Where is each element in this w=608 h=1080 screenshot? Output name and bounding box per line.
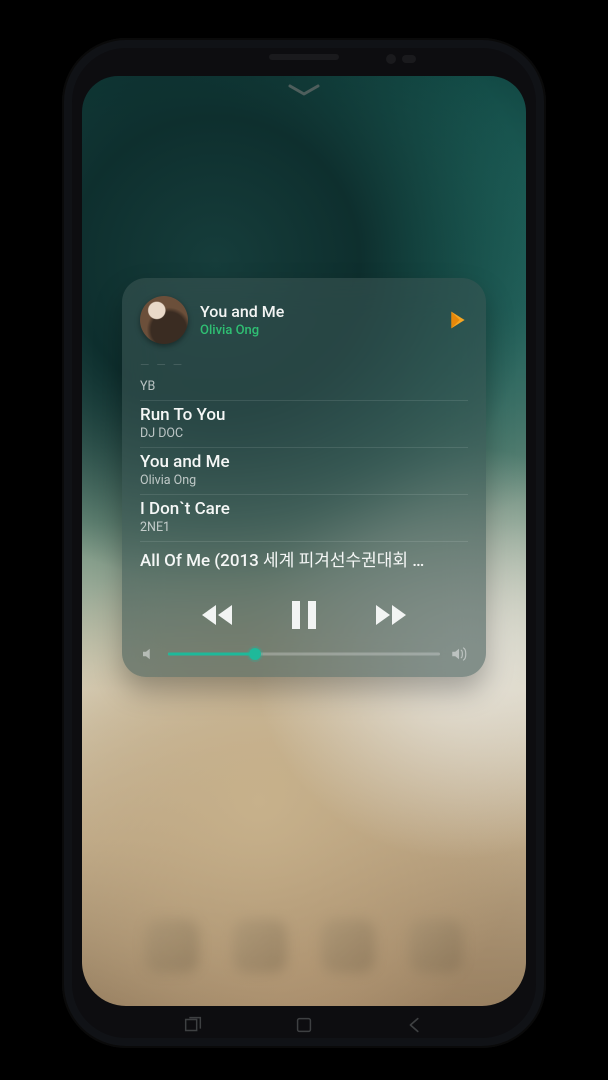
track-title: You and Me — [140, 452, 468, 472]
next-button[interactable] — [366, 593, 410, 637]
list-item[interactable]: I Don`t Care 2NE1 — [140, 495, 468, 542]
now-playing-title: You and Me — [200, 302, 436, 321]
list-item[interactable]: You and Me Olivia Ong — [140, 448, 468, 495]
music-panel: You and Me Olivia Ong — — — YB Ru — [122, 278, 486, 677]
volume-row — [140, 645, 468, 663]
sensor-dot — [386, 54, 396, 64]
album-art[interactable] — [140, 296, 188, 344]
now-playing-header: You and Me Olivia Ong — [140, 296, 468, 344]
track-artist: Olivia Ong — [140, 473, 468, 488]
list-item[interactable]: All Of Me (2013 세계 피겨선수권대회 … — [140, 542, 468, 577]
now-playing-artist: Olivia Ong — [200, 323, 436, 338]
speaker-grille — [269, 54, 339, 60]
track-artist: 2NE1 — [140, 520, 468, 535]
list-item[interactable]: Run To You DJ DOC — [140, 401, 468, 448]
pause-button[interactable] — [282, 593, 326, 637]
volume-high-icon — [450, 645, 468, 663]
track-artist: DJ DOC — [140, 426, 468, 441]
soft-nav — [62, 1014, 546, 1036]
google-play-music-icon[interactable] — [448, 310, 468, 330]
chevron-down-icon[interactable] — [287, 82, 321, 98]
track-title: Run To You — [140, 405, 468, 425]
recents-button[interactable] — [182, 1014, 204, 1036]
home-button[interactable] — [293, 1014, 315, 1036]
sensor-slit — [402, 55, 416, 63]
track-title: All Of Me (2013 세계 피겨선수권대회 … — [140, 546, 468, 571]
volume-slider[interactable] — [168, 645, 440, 663]
playlist: — — — YB Run To You DJ DOC You and Me Ol… — [140, 358, 468, 577]
phone-frame: You and Me Olivia Ong — — — YB Ru — [62, 38, 546, 1048]
volume-thumb[interactable] — [249, 648, 261, 660]
back-button[interactable] — [404, 1014, 426, 1036]
track-title: I Don`t Care — [140, 499, 468, 519]
track-artist: YB — [140, 379, 468, 394]
previous-button[interactable] — [198, 593, 242, 637]
truncated-indicator: — — — — [140, 358, 468, 372]
dock — [82, 886, 526, 1006]
phone-screen: You and Me Olivia Ong — — — YB Ru — [82, 76, 526, 1006]
volume-fill — [168, 653, 255, 656]
list-item[interactable]: YB — [140, 374, 468, 401]
transport-controls — [140, 593, 468, 637]
volume-low-icon — [140, 645, 158, 663]
